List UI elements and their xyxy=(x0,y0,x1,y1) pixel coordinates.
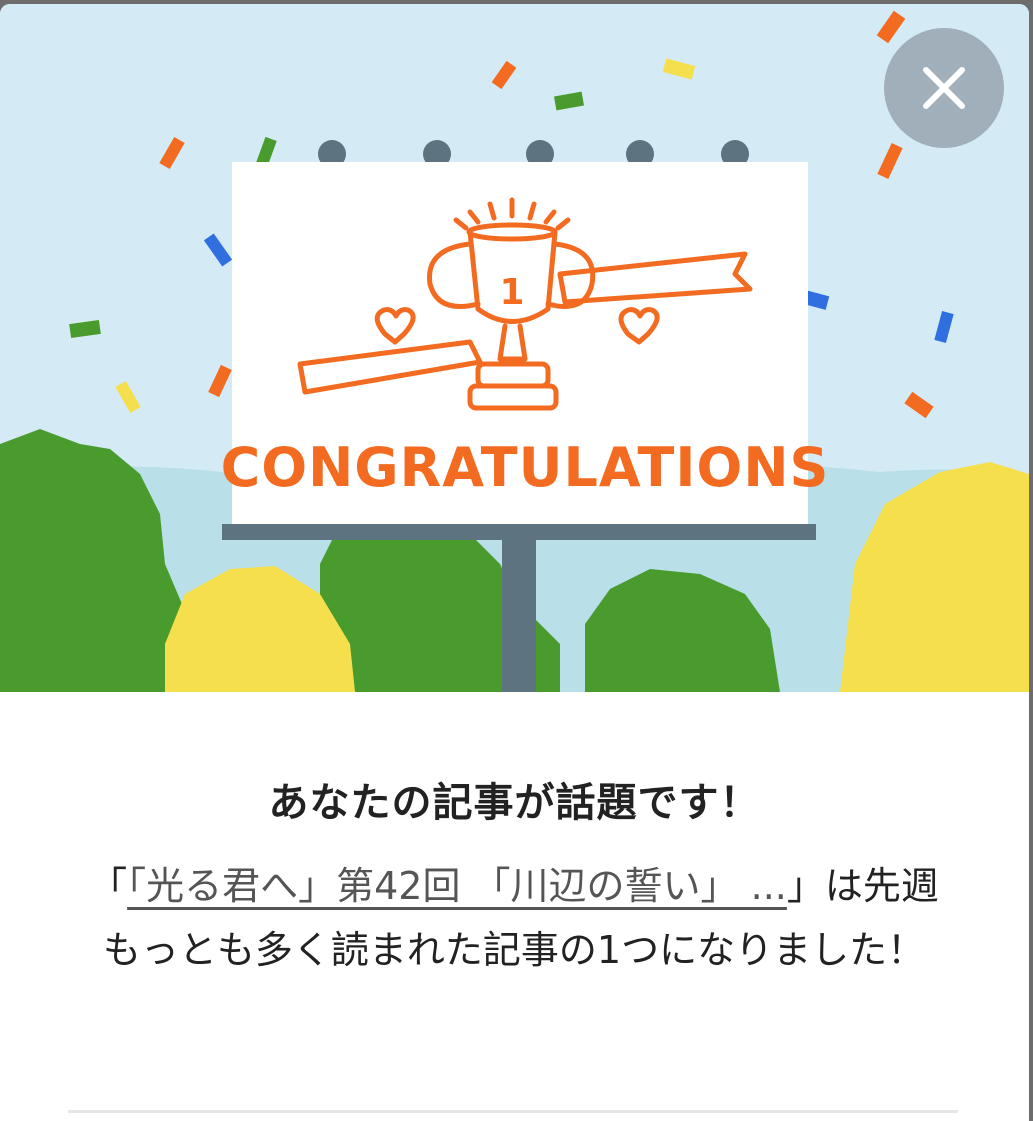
congratulations-modal: 1 CONGRATULATIONS あなたの記事が話題です！ 「「光る君へ」第4… xyxy=(0,4,1029,1121)
trophy-number: 1 xyxy=(499,272,524,313)
banner-text: CONGRATULATIONS xyxy=(221,436,830,499)
divider xyxy=(68,1110,958,1113)
close-icon xyxy=(923,67,965,109)
article-link[interactable]: 「光る君へ」第42回 「川辺の誓い」 ... xyxy=(127,864,787,908)
headline: あなたの記事が話題です！ xyxy=(268,780,761,826)
close-button[interactable] xyxy=(884,28,1004,148)
message: 「「光る君へ」第42回 「川辺の誓い」 ...」は先週もっとも多く読まれた記事の… xyxy=(74,854,954,982)
message-prefix: 「 xyxy=(89,864,128,908)
congratulations-illustration: 1 CONGRATULATIONS xyxy=(0,4,1029,692)
